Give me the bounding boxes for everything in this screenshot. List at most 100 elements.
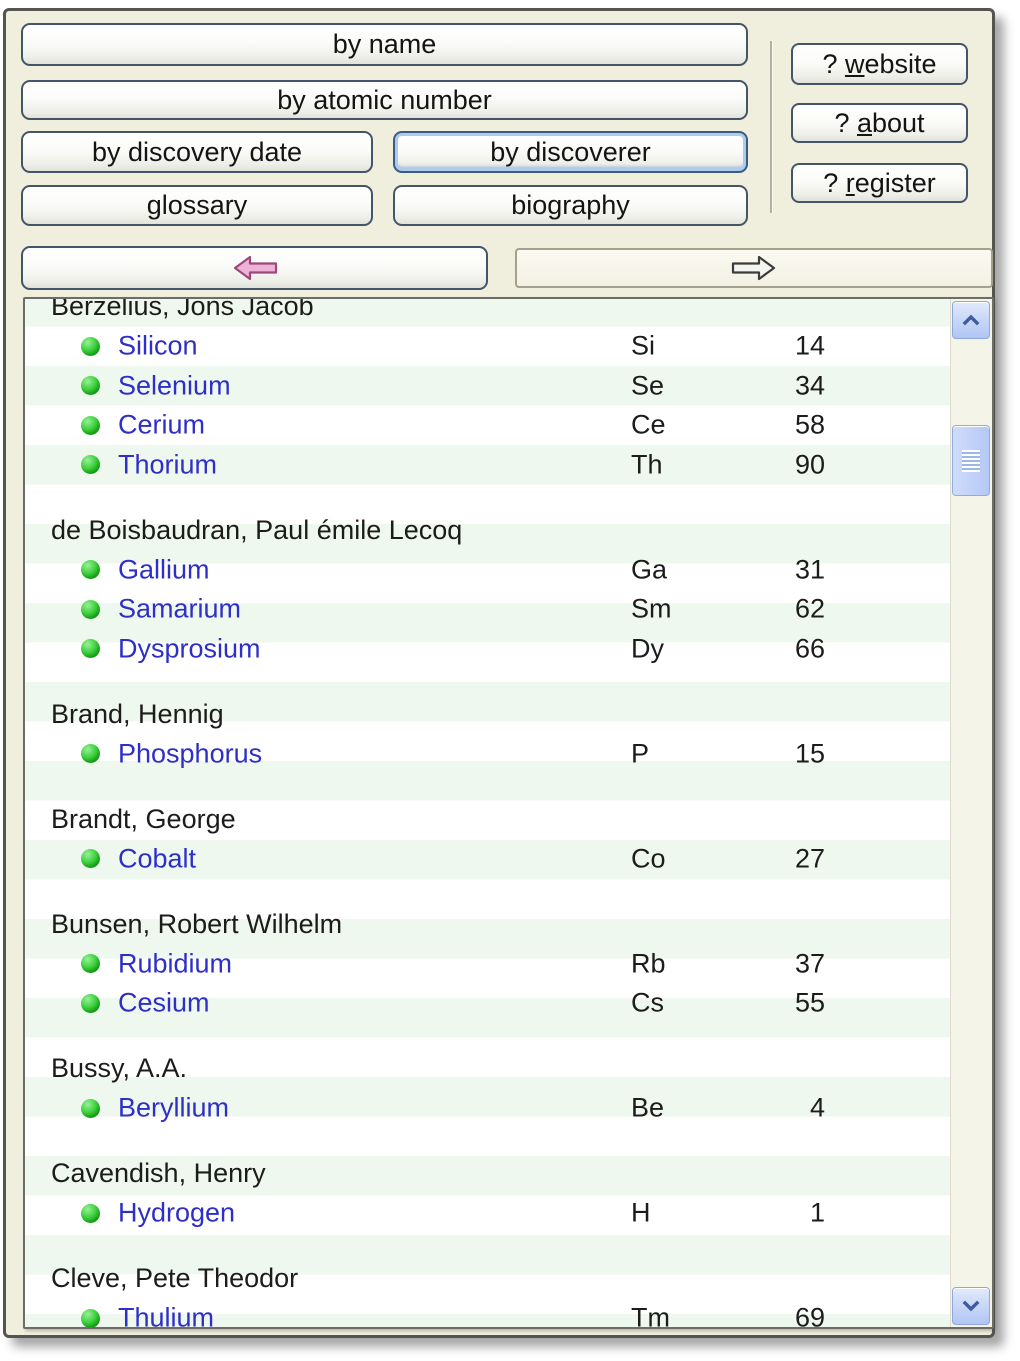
element-symbol: Be	[631, 1093, 664, 1124]
element-name-link[interactable]: Silicon	[118, 331, 198, 362]
website-button[interactable]: ? website	[791, 43, 968, 85]
element-row[interactable]: PhosphorusP15	[25, 734, 950, 774]
by-discoverer-label: by discoverer	[490, 137, 651, 168]
element-bullet-icon	[81, 994, 100, 1013]
element-name-link[interactable]: Beryllium	[118, 1093, 229, 1124]
next-page-button[interactable]	[515, 248, 993, 288]
discoverer-list-content: Berzelius, Jons JacobSiliconSi14Selenium…	[25, 297, 950, 1329]
element-atomic-number: 14	[725, 331, 825, 362]
element-bullet-icon	[81, 1099, 100, 1118]
element-atomic-number: 34	[725, 370, 825, 401]
element-row[interactable]: Selenium Se 34	[25, 366, 950, 406]
register-label: ? register	[823, 168, 936, 199]
element-symbol: Sm	[631, 594, 672, 625]
scrollbar-up-button[interactable]	[952, 301, 990, 339]
section-spacer	[25, 774, 950, 800]
discoverer-header: de Boisbaudran, Paul émile Lecoq	[25, 511, 950, 551]
discoverer-list: Berzelius, Jons JacobSiliconSi14Selenium…	[23, 297, 994, 1329]
glossary-button[interactable]: glossary	[21, 185, 373, 226]
scrollbar[interactable]	[950, 299, 992, 1327]
toolbar-divider	[770, 41, 772, 213]
discoverer-header: Berzelius, Jons Jacob	[25, 297, 950, 327]
element-row[interactable]: GalliumGa31	[25, 550, 950, 590]
by-name-button[interactable]: by name	[21, 23, 748, 66]
element-bullet-icon	[81, 455, 100, 474]
element-atomic-number: 62	[725, 594, 825, 625]
element-row[interactable]: Cesium Cs 55	[25, 984, 950, 1024]
element-row[interactable]: Samarium Sm 62	[25, 590, 950, 630]
scrollbar-thumb[interactable]	[952, 425, 990, 496]
by-discovery-date-label: by discovery date	[92, 137, 302, 168]
register-button[interactable]: ? register	[791, 163, 968, 203]
element-bullet-icon	[81, 1204, 100, 1223]
element-name-link[interactable]: Rubidium	[118, 948, 232, 979]
element-bullet-icon	[81, 600, 100, 619]
biography-button[interactable]: biography	[393, 185, 748, 226]
element-row[interactable]: Dysprosium Dy 66	[25, 629, 950, 669]
discoverer-header: Cleve, Pete Theodor	[25, 1259, 950, 1299]
element-symbol: P	[631, 738, 649, 769]
biography-label: biography	[511, 190, 630, 221]
element-symbol: Ce	[631, 410, 666, 441]
element-row[interactable]: Rubidium Rb 37	[25, 944, 950, 984]
element-bullet-icon	[81, 1309, 100, 1328]
element-bullet-icon	[81, 560, 100, 579]
chevron-up-icon	[962, 313, 980, 327]
element-row[interactable]: Cobalt Co 27	[25, 839, 950, 879]
element-name-link[interactable]: Dysprosium	[118, 633, 261, 664]
element-row[interactable]: Beryllium Be 4	[25, 1089, 950, 1129]
element-row[interactable]: CeriumCe58	[25, 406, 950, 446]
element-name-link[interactable]: Thulium	[118, 1303, 214, 1329]
by-discoverer-button[interactable]: by discoverer	[393, 131, 748, 173]
element-symbol: Th	[631, 449, 663, 480]
by-discovery-date-button[interactable]: by discovery date	[21, 131, 373, 173]
by-atomic-number-button[interactable]: by atomic number	[21, 80, 748, 120]
element-atomic-number: 1	[725, 1198, 825, 1229]
scrollbar-down-button[interactable]	[952, 1287, 990, 1325]
element-symbol: Ga	[631, 554, 667, 585]
element-name-link[interactable]: Cobalt	[118, 843, 196, 874]
glossary-label: glossary	[147, 190, 248, 221]
element-bullet-icon	[81, 744, 100, 763]
element-symbol: Rb	[631, 948, 666, 979]
element-row[interactable]: Thulium Tm 69	[25, 1299, 950, 1330]
element-name-link[interactable]: Thorium	[118, 449, 217, 480]
section-spacer	[25, 879, 950, 905]
element-row[interactable]: Silicon Si 14	[25, 327, 950, 367]
element-symbol: Se	[631, 370, 664, 401]
section-spacer	[25, 1023, 950, 1049]
element-atomic-number: 27	[725, 843, 825, 874]
element-symbol: Si	[631, 331, 655, 362]
element-name-link[interactable]: Gallium	[118, 554, 210, 585]
element-name-link[interactable]: Cerium	[118, 410, 205, 441]
element-symbol: Tm	[631, 1303, 670, 1329]
discoverer-header: Bunsen, Robert Wilhelm	[25, 905, 950, 945]
discoverer-header: Cavendish, Henry	[25, 1154, 950, 1194]
element-row[interactable]: ThoriumTh90	[25, 445, 950, 485]
element-name-link[interactable]: Selenium	[118, 370, 231, 401]
section-spacer	[25, 669, 950, 695]
element-atomic-number: 69	[725, 1303, 825, 1329]
element-symbol: Dy	[631, 633, 664, 664]
element-name-link[interactable]: Cesium	[118, 988, 210, 1019]
element-row[interactable]: HydrogenH1	[25, 1194, 950, 1234]
element-bullet-icon	[81, 337, 100, 356]
discoverer-header: Brandt, George	[25, 800, 950, 840]
element-symbol: Co	[631, 843, 666, 874]
section-spacer	[25, 485, 950, 511]
element-atomic-number: 66	[725, 633, 825, 664]
element-atomic-number: 4	[725, 1093, 825, 1124]
element-atomic-number: 55	[725, 988, 825, 1019]
discoverer-header: Bussy, A.A.	[25, 1049, 950, 1089]
element-name-link[interactable]: Samarium	[118, 594, 241, 625]
element-bullet-icon	[81, 849, 100, 868]
element-atomic-number: 37	[725, 948, 825, 979]
element-bullet-icon	[81, 376, 100, 395]
element-name-link[interactable]: Phosphorus	[118, 738, 262, 769]
element-name-link[interactable]: Hydrogen	[118, 1198, 235, 1229]
previous-page-button[interactable]	[21, 246, 488, 290]
chevron-down-icon	[962, 1299, 980, 1313]
element-symbol: Cs	[631, 988, 664, 1019]
about-button[interactable]: ? about	[791, 103, 968, 143]
right-arrow-icon	[731, 253, 777, 283]
